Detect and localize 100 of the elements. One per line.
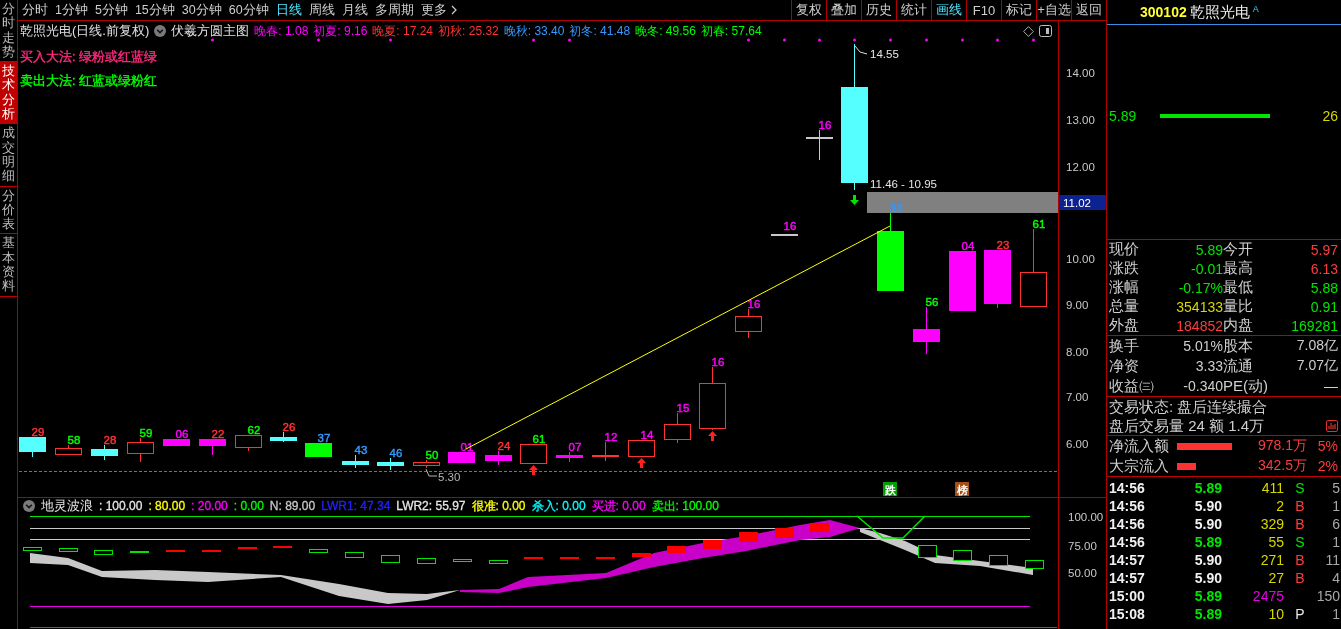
- indicator-bar: [703, 540, 722, 549]
- dropdown-icon[interactable]: [23, 500, 35, 512]
- toolbar-button[interactable]: +自选: [1036, 0, 1071, 20]
- candle-label: 07: [568, 441, 582, 453]
- candle-label: 16: [711, 356, 725, 368]
- diamond-icon[interactable]: [1023, 25, 1034, 37]
- stat-value: 0.91: [1309, 298, 1338, 315]
- candle-label: 43: [354, 444, 368, 456]
- stat-value: 5.88: [1309, 279, 1338, 296]
- indicator-value: : 20.00: [191, 499, 228, 513]
- period-tab[interactable]: 5分钟: [94, 1, 128, 19]
- candle-label: 50: [425, 449, 439, 461]
- tick-count: 11: [1324, 552, 1340, 568]
- strategy-note: 买入大法: 绿粉或红蓝绿: [20, 49, 157, 65]
- side-tab[interactable]: 技术分析: [0, 62, 17, 125]
- period-tab[interactable]: 多周期: [374, 1, 414, 19]
- tick-volume: 329: [1259, 516, 1284, 532]
- price-range-label: 11.46 - 10.95: [870, 178, 937, 190]
- indicator-bar: [130, 551, 149, 553]
- stat-label: 涨幅: [1109, 278, 1140, 297]
- panel-icon[interactable]: [1039, 25, 1052, 37]
- period-tab[interactable]: 日线: [275, 1, 302, 19]
- side-tab[interactable]: 基本资料: [0, 234, 17, 297]
- tick-time: 14:56: [1109, 480, 1146, 496]
- toolbar-button[interactable]: 叠加: [826, 0, 861, 20]
- indicator-bar: [560, 557, 579, 559]
- period-tab[interactable]: 60分钟: [228, 1, 269, 19]
- candle-label: 16: [818, 119, 832, 131]
- toolbar-button[interactable]: 历史: [861, 0, 896, 20]
- indicator-bar: [596, 557, 615, 559]
- indicator-value: N: 89.00: [269, 499, 316, 513]
- tick-volume: 2475: [1251, 588, 1284, 604]
- tick-price: 5.90: [1193, 552, 1222, 568]
- flow-value: 978.1万: [1256, 437, 1307, 455]
- indicator-bar: [273, 546, 292, 548]
- indicator-bar: [989, 555, 1008, 566]
- indicator-bar: [489, 560, 508, 564]
- indicator-value: LWR2: 55.97: [396, 499, 466, 513]
- axis-label: 14.00: [1066, 67, 1095, 79]
- candle-label: 01: [460, 441, 474, 453]
- tick-time: 14:56: [1109, 498, 1146, 514]
- indicator-bar: [810, 523, 829, 532]
- toolbar-button[interactable]: F10: [966, 0, 1001, 20]
- period-tab[interactable]: 分时: [22, 1, 48, 19]
- axis-label: 9.00: [1066, 299, 1089, 311]
- tick-count: 150: [1316, 588, 1340, 604]
- stat-label: 流通: [1223, 356, 1254, 376]
- toolbar-button[interactable]: 返回: [1071, 0, 1106, 20]
- tick-volume: 411: [1260, 480, 1284, 496]
- toolbar-button[interactable]: 复权: [791, 0, 826, 20]
- toolbar-button[interactable]: 画线: [931, 0, 966, 20]
- period-tab[interactable]: 15分钟: [134, 1, 175, 19]
- stat-label: 最高: [1223, 259, 1254, 278]
- period-tab[interactable]: 月线: [341, 1, 368, 19]
- candle-label: 16: [747, 298, 761, 310]
- legend-value: 初冬: 41.48: [569, 22, 631, 40]
- period-tab[interactable]: 30分钟: [181, 1, 222, 19]
- indicator-bar: [166, 550, 185, 552]
- legend-value: 晚春: 1.08: [254, 22, 309, 40]
- indicator-value: 杀入: 0.00: [531, 497, 586, 515]
- stat-label: 总量: [1109, 297, 1140, 316]
- stat-label: PE(动): [1223, 376, 1269, 396]
- tick-count: 1: [1331, 498, 1340, 514]
- chevron-right-icon: [450, 5, 457, 15]
- bar-chart-icon[interactable]: [1326, 419, 1338, 432]
- stat-label: 股本: [1223, 336, 1254, 356]
- tick-time: 14:56: [1109, 516, 1146, 532]
- tick-time: 14:57: [1109, 552, 1146, 568]
- indicator-bar: [59, 548, 78, 552]
- tick-count: 4: [1331, 570, 1340, 586]
- stat-label: 今开: [1223, 240, 1254, 259]
- side-tab[interactable]: 分价表: [0, 186, 17, 235]
- axis-label: 50.00: [1068, 567, 1097, 579]
- stat-value: 5.89: [1194, 241, 1223, 258]
- flow-bar: [1177, 462, 1196, 470]
- side-tab[interactable]: 分时走势: [0, 0, 17, 63]
- indicator-bar: [345, 552, 364, 558]
- period-tab[interactable]: 1分钟: [55, 1, 88, 19]
- candle-label: 15: [676, 402, 690, 414]
- leader-line: [425, 468, 438, 477]
- axis-label: 75.00: [1068, 540, 1097, 552]
- stat-value: 3.33: [1194, 358, 1223, 374]
- book-price: 5.89: [1109, 107, 1138, 124]
- dropdown-icon[interactable]: [154, 25, 167, 37]
- stat-label: 内盘: [1223, 316, 1254, 335]
- stat-value: 7.07亿: [1295, 357, 1338, 375]
- toolbar-button[interactable]: 统计: [896, 0, 931, 20]
- period-tab[interactable]: 周线: [308, 1, 335, 19]
- candle-label: 04: [961, 240, 975, 252]
- period-tab[interactable]: 更多: [420, 1, 457, 19]
- toolbar-button[interactable]: 标记: [1001, 0, 1036, 20]
- candle-label: 23: [996, 239, 1010, 251]
- flow-value: 342.5万: [1256, 457, 1307, 475]
- candle-label: 06: [175, 428, 189, 440]
- stat-value: -0.17%: [1177, 279, 1223, 296]
- side-tab[interactable]: 成交明细: [0, 124, 17, 187]
- indicator-bar: [667, 546, 686, 553]
- stat-label: 量比: [1223, 297, 1254, 316]
- tick-price: 5.89: [1193, 534, 1222, 550]
- candle-label: 12: [604, 431, 618, 443]
